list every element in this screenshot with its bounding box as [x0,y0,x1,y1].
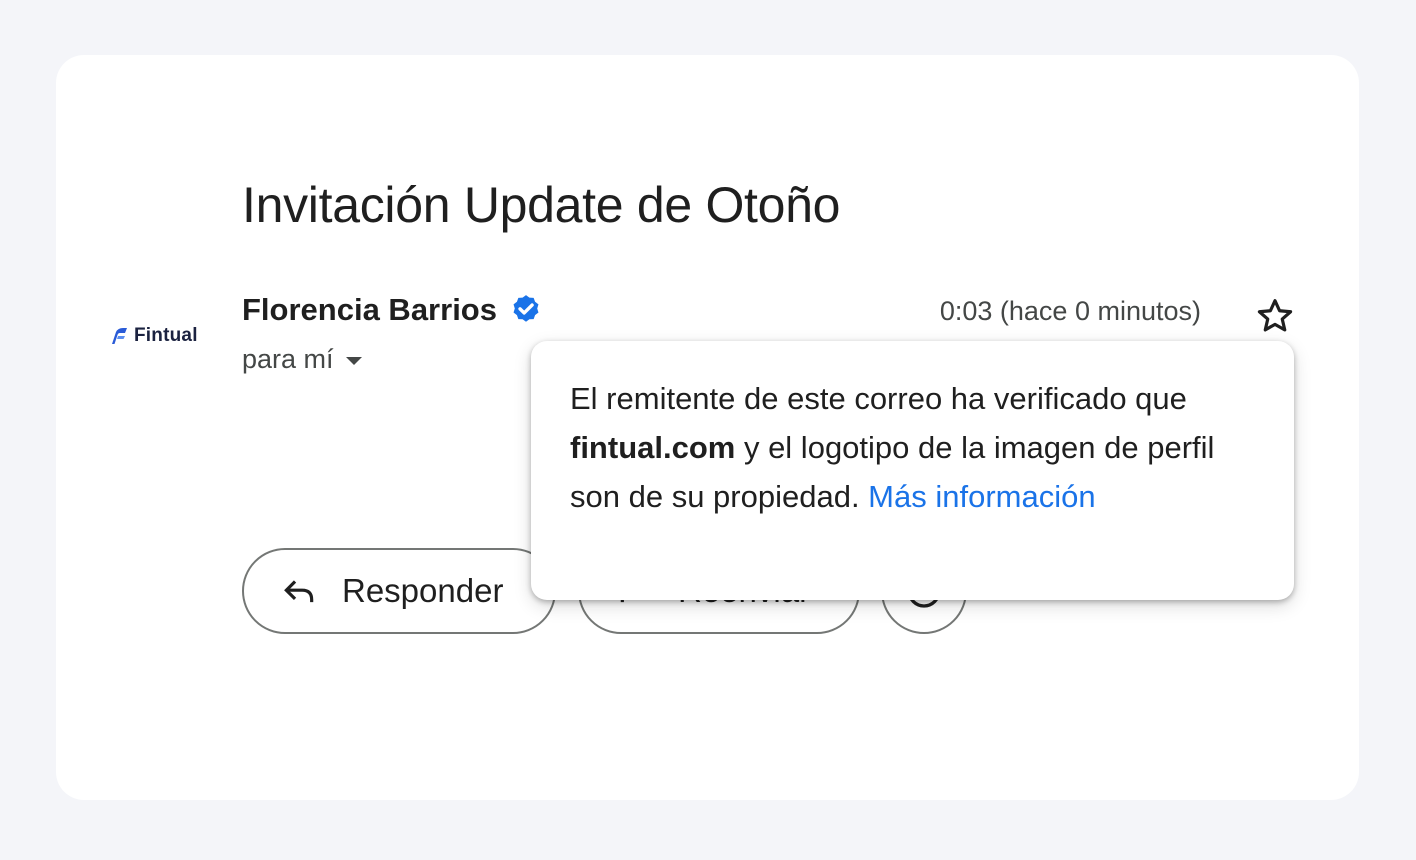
sender-row: Florencia Barrios [242,292,543,328]
tooltip-text-before: El remitente de este correo ha verificad… [570,381,1187,416]
fintual-logo-icon [112,328,127,344]
email-subject: Invitación Update de Otoño [242,177,841,233]
email-timestamp: 0:03 (hace 0 minutos) [939,296,1201,326]
caret-down-icon [345,357,362,365]
reply-button-label: Responder [342,572,504,609]
verified-badge-icon[interactable] [509,293,543,327]
sender-avatar[interactable]: Fintual [110,325,198,347]
reply-icon [284,580,314,603]
recipient-label: para mí [242,344,334,374]
tooltip-domain: fintual.com [570,430,736,465]
verified-sender-tooltip: El remitente de este correo ha verificad… [531,341,1294,600]
star-icon[interactable] [1255,296,1295,336]
reply-button[interactable]: Responder [242,548,556,634]
sender-logo-text: Fintual [134,325,198,346]
sender-name[interactable]: Florencia Barrios [242,292,497,328]
learn-more-link[interactable]: Más información [868,479,1095,514]
recipient-toggle[interactable]: para mí [242,344,362,375]
